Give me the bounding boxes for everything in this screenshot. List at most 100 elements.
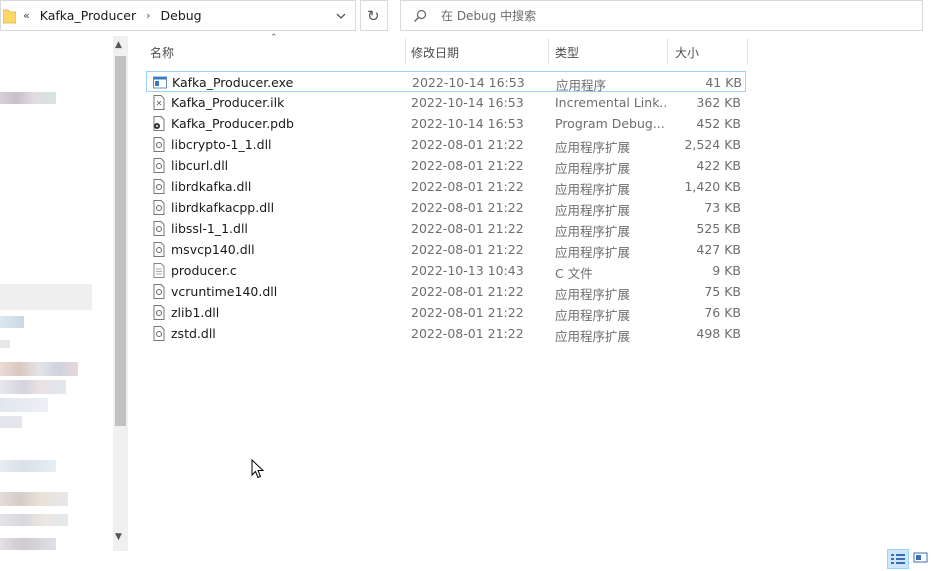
folder-icon [3,9,16,24]
file-size: 76 KB [704,305,741,320]
file-type: C 文件 [555,266,593,281]
file-size: 2,524 KB [684,137,741,152]
file-date: 2022-10-14 16:53 [411,116,524,131]
nav-blur-block [0,514,68,526]
file-type: Program Debug... [555,116,665,131]
column-divider[interactable] [747,38,748,64]
scroll-up-arrow-icon[interactable]: ▲ [115,40,122,50]
file-date: 2022-10-14 16:53 [412,75,525,90]
file-type: 应用程序扩展 [555,203,631,218]
file-size: 9 KB [712,263,741,278]
file-row[interactable]: librdkafkacpp.dll 2022-08-01 21:22 应用程序扩… [146,197,746,218]
nav-blur-block [0,284,92,310]
file-type: 应用程序扩展 [555,329,631,344]
nav-blur-block [0,316,24,328]
dll-file-icon [153,242,165,257]
file-name: libcrypto-1_1.dll [171,137,272,152]
file-row[interactable]: librdkafka.dll 2022-08-01 21:22 应用程序扩展 1… [146,176,746,197]
column-header-date[interactable]: 修改日期 [411,40,546,64]
file-name: msvcp140.dll [171,242,255,257]
file-date: 2022-08-01 21:22 [411,305,524,320]
search-box[interactable] [400,0,923,31]
file-row[interactable]: Kafka_Producer.pdb 2022-10-14 16:53 Prog… [146,113,746,134]
file-row[interactable]: producer.c 2022-10-13 10:43 C 文件 9 KB [146,260,746,281]
file-type: 应用程序扩展 [555,224,631,239]
dll-file-icon [153,137,165,152]
file-name: librdkafka.dll [171,179,252,194]
file-type: 应用程序扩展 [555,140,631,155]
column-header-type-label: 类型 [555,45,580,60]
file-date: 2022-08-01 21:22 [411,200,524,215]
refresh-button[interactable]: ↻ [360,0,388,31]
nav-scrollbar[interactable]: ▲ ▼ [113,36,128,551]
pdb-file-icon [153,116,165,131]
chevron-right-icon[interactable]: › [146,9,150,22]
search-icon [414,9,427,22]
column-header-date-label: 修改日期 [411,45,460,60]
large-icons-view-icon [913,552,928,563]
file-row[interactable]: Kafka_Producer.ilk 2022-10-14 16:53 Incr… [146,92,746,113]
column-divider[interactable] [667,38,668,64]
file-row[interactable]: zstd.dll 2022-08-01 21:22 应用程序扩展 498 KB [146,323,746,344]
breadcrumb-item-debug[interactable]: Debug [161,8,202,23]
refresh-icon: ↻ [367,7,380,25]
column-header-size[interactable]: 大小 [675,40,745,64]
dll-file-icon [153,200,165,215]
file-row[interactable]: zlib1.dll 2022-08-01 21:22 应用程序扩展 76 KB [146,302,746,323]
nav-blur-block [0,460,56,472]
file-date: 2022-08-01 21:22 [411,242,524,257]
dll-file-icon [153,284,165,299]
file-type: Incremental Link... [555,95,667,110]
large-icons-view-button[interactable] [911,549,933,569]
file-name: libcurl.dll [171,158,229,173]
file-date: 2022-08-01 21:22 [411,158,524,173]
file-name: Kafka_Producer.ilk [171,95,285,110]
address-bar[interactable]: « Kafka_Producer › Debug [0,0,356,31]
breadcrumb-overflow[interactable]: « [23,9,30,22]
file-date: 2022-08-01 21:22 [411,137,524,152]
file-row[interactable]: vcruntime140.dll 2022-08-01 21:22 应用程序扩展… [146,281,746,302]
file-size: 452 KB [696,116,741,131]
breadcrumb: « Kafka_Producer › Debug [23,8,202,23]
file-type: 应用程序扩展 [555,182,631,197]
dll-file-icon [153,326,165,341]
text-file-icon [153,263,165,278]
file-date: 2022-08-01 21:22 [411,284,524,299]
file-date: 2022-10-14 16:53 [411,95,524,110]
search-input[interactable] [441,7,911,25]
file-name: librdkafkacpp.dll [171,200,275,215]
column-header-name[interactable]: 名称 [150,40,405,64]
nav-blur-block [0,492,68,506]
scrollbar-thumb[interactable] [115,56,126,426]
navigation-pane[interactable] [0,36,112,551]
exe-file-icon [153,76,167,89]
details-view-icon [891,554,905,564]
dll-file-icon [153,179,165,194]
scroll-down-arrow-icon[interactable]: ▼ [115,532,122,542]
file-row[interactable]: libssl-1_1.dll 2022-08-01 21:22 应用程序扩展 5… [146,218,746,239]
file-type: 应用程序扩展 [555,161,631,176]
file-name: producer.c [171,263,237,278]
details-view-button[interactable] [887,549,909,569]
nav-blur-block [0,538,56,550]
file-name: libssl-1_1.dll [171,221,248,236]
file-size: 362 KB [696,95,741,110]
file-size: 75 KB [704,284,741,299]
file-date: 2022-08-01 21:22 [411,179,524,194]
breadcrumb-item-kafka-producer[interactable]: Kafka_Producer [40,8,136,23]
file-list: Kafka_Producer.exe 2022-10-14 16:53 应用程序… [146,71,746,344]
column-divider[interactable] [405,38,406,64]
file-row[interactable]: libcurl.dll 2022-08-01 21:22 应用程序扩展 422 … [146,155,746,176]
file-row[interactable]: libcrypto-1_1.dll 2022-08-01 21:22 应用程序扩… [146,134,746,155]
nav-blur-block [0,398,48,412]
chevron-down-icon[interactable] [334,9,348,23]
column-header-type[interactable]: 类型 [555,40,665,64]
column-divider[interactable] [548,38,549,64]
file-size: 525 KB [696,221,741,236]
file-row[interactable]: Kafka_Producer.exe 2022-10-14 16:53 应用程序… [146,71,746,93]
dll-file-icon [153,158,165,173]
file-row[interactable]: msvcp140.dll 2022-08-01 21:22 应用程序扩展 427… [146,239,746,260]
nav-blur-block [0,92,56,104]
file-name: zlib1.dll [171,305,220,320]
dll-file-icon [153,305,165,320]
